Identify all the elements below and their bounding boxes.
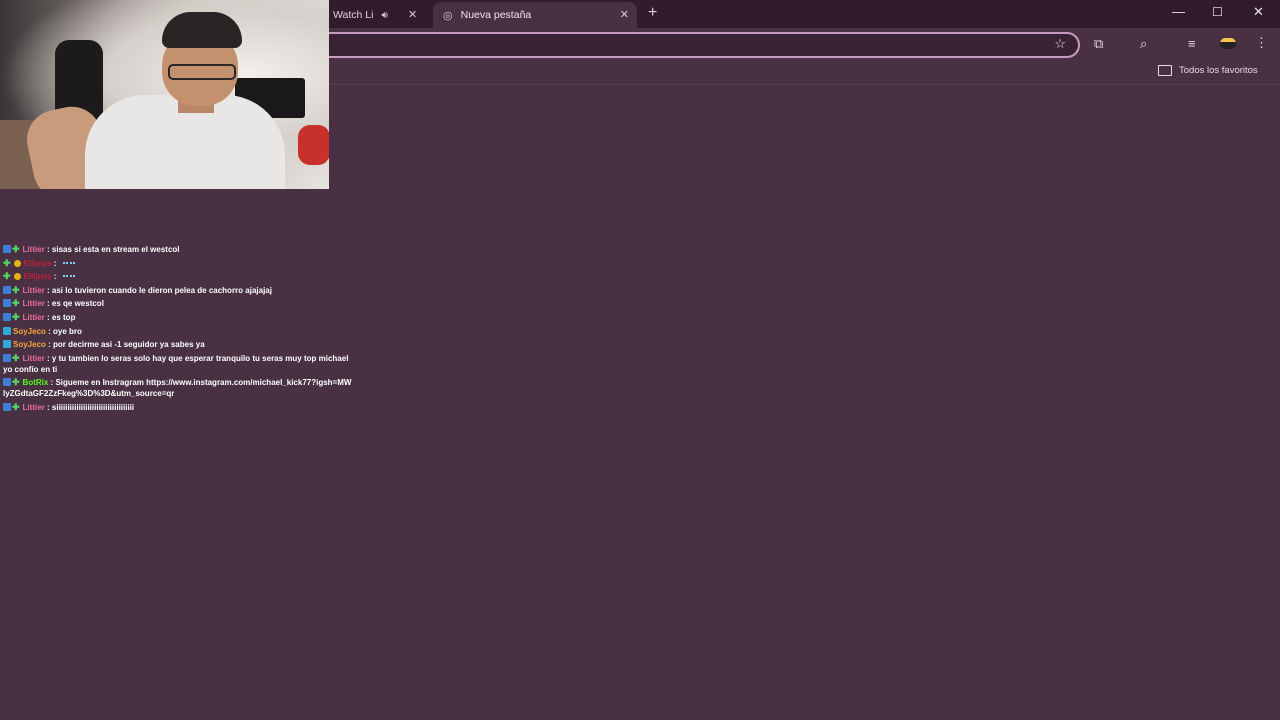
vip-badge-icon	[3, 340, 11, 349]
chat-message: ✚ Littier : y tu tambien lo seras solo ha…	[3, 352, 349, 374]
moderator-badge-icon	[3, 378, 11, 387]
chat-username[interactable]: Littier	[23, 403, 45, 412]
subscriber-badge-icon: ✚	[12, 352, 20, 363]
moderator-badge-icon	[3, 402, 11, 411]
chat-username[interactable]: Ellipsis	[24, 272, 52, 281]
subscriber-badge-icon: ✚	[12, 401, 20, 412]
chat-username[interactable]: BotRix	[23, 378, 49, 387]
chat-message: SoyJeco : oye bro	[3, 326, 353, 337]
moderator-badge-icon	[3, 353, 11, 362]
gift-badge-icon	[13, 259, 21, 267]
chat-text: y tu tambien lo seras solo hay que esper…	[3, 353, 349, 374]
chat-username[interactable]: Littier	[23, 245, 45, 254]
all-bookmarks-button[interactable]: Todos los favoritos	[1158, 65, 1258, 76]
chat-username[interactable]: Littier	[23, 286, 45, 295]
media-controls-icon[interactable]: ≡	[1188, 36, 1196, 51]
subscriber-badge-icon: ✚	[12, 298, 20, 309]
extensions-icon[interactable]: ⧉	[1094, 36, 1103, 52]
tab-watch-live[interactable]: Watch Li 🔊︎ ✕	[330, 2, 430, 28]
webcam-red-object	[298, 125, 329, 165]
speaker-icon[interactable]: 🔊︎	[381, 10, 387, 21]
chat-text: es qe westcol	[51, 299, 104, 309]
chat-text: por decirme asi -1 seguidor ya sabes ya	[53, 340, 205, 350]
tab-title: Watch Li	[333, 9, 374, 21]
subscriber-badge-icon: ✚	[12, 284, 20, 295]
chat-username[interactable]: Littier	[23, 299, 45, 308]
webcam-overlay	[0, 0, 329, 189]
chat-emote-icon	[62, 259, 75, 264]
new-tab-button[interactable]: +	[648, 5, 657, 21]
chat-message: ✚ Ellipsis :	[3, 271, 353, 282]
chat-text: oye bro	[53, 326, 82, 336]
folder-icon	[1158, 65, 1172, 76]
more-menu-icon[interactable]: ⋮	[1255, 35, 1268, 51]
chat-username[interactable]: SoyJeco	[13, 327, 46, 336]
stream-chat-overlay: ✚ Littier : sisas si esta en stream el we…	[3, 244, 353, 416]
chat-text: Sigueme en Instragram https://www.instag…	[3, 378, 352, 399]
moderator-badge-icon	[3, 245, 11, 253]
vip-badge-icon	[3, 326, 11, 335]
chat-text: es top	[51, 312, 76, 322]
moderator-badge-icon	[3, 285, 11, 294]
chat-text: asi lo tuvieron cuando le dieron pelea d…	[51, 285, 272, 295]
subscriber-badge-icon: ✚	[12, 244, 20, 254]
chat-emote-icon	[62, 272, 75, 278]
address-bar[interactable]: ☆	[300, 32, 1080, 58]
chat-message: ✚ Littier : asi lo tuvieron cuando le die…	[3, 285, 353, 296]
webcam-person-hair	[162, 12, 242, 48]
chat-username[interactable]: Littier	[23, 313, 45, 322]
minimize-icon[interactable]: —	[1172, 4, 1185, 19]
moderator-badge-icon	[3, 299, 11, 308]
close-tab-icon[interactable]: ✕	[620, 8, 629, 21]
subscriber-badge-icon: ✚	[12, 377, 20, 388]
chat-text: sisas si esta en stream el westcol	[51, 245, 180, 254]
chat-message: ✚ Littier : es qe westcol	[3, 298, 353, 309]
moderator-badge-icon	[3, 312, 11, 321]
gift-badge-icon	[13, 273, 21, 281]
close-window-icon[interactable]: ✕	[1253, 4, 1264, 20]
subscriber-badge-icon: ✚	[12, 311, 20, 322]
profile-avatar-icon[interactable]	[1220, 38, 1236, 49]
bookmark-star-icon[interactable]: ☆	[1054, 36, 1066, 52]
chat-username[interactable]: Littier	[23, 354, 45, 363]
tab-title: Nueva pestaña	[460, 9, 532, 21]
chat-text: siiiiiiiiiiiiiiiiiiiiiiiiiiiiiiiiiii	[51, 402, 135, 412]
chat-message: ✚ Littier : siiiiiiiiiiiiiiiiiiiiiiiiiiii…	[3, 402, 353, 413]
webcam-person-glasses	[168, 64, 236, 80]
all-bookmarks-label: Todos los favoritos	[1179, 65, 1258, 76]
chat-username[interactable]: Ellipsis	[24, 259, 52, 268]
chat-username[interactable]: SoyJeco	[13, 340, 46, 349]
new-tab-favicon-icon: ◎	[443, 9, 453, 22]
chat-message: SoyJeco : por decirme asi -1 seguidor ya…	[3, 339, 353, 350]
maximize-icon[interactable]: ☐	[1212, 5, 1223, 19]
tab-new-tab[interactable]: ◎ Nueva pestaña ✕	[433, 2, 637, 28]
chat-message: ✚ Littier : sisas si esta en stream el we…	[3, 244, 353, 255]
chat-message: ✚ Ellipsis :	[3, 258, 353, 269]
chat-message: ✚ Littier : es top	[3, 312, 353, 323]
chat-message: ✚ BotRix : Sigueme en Instragram https://…	[3, 377, 352, 399]
search-tabs-icon[interactable]: ⌕	[1140, 36, 1147, 52]
subscriber-badge-icon: ✚	[3, 257, 11, 268]
subscriber-badge-icon: ✚	[3, 271, 11, 282]
close-tab-icon[interactable]: ✕	[408, 8, 417, 21]
